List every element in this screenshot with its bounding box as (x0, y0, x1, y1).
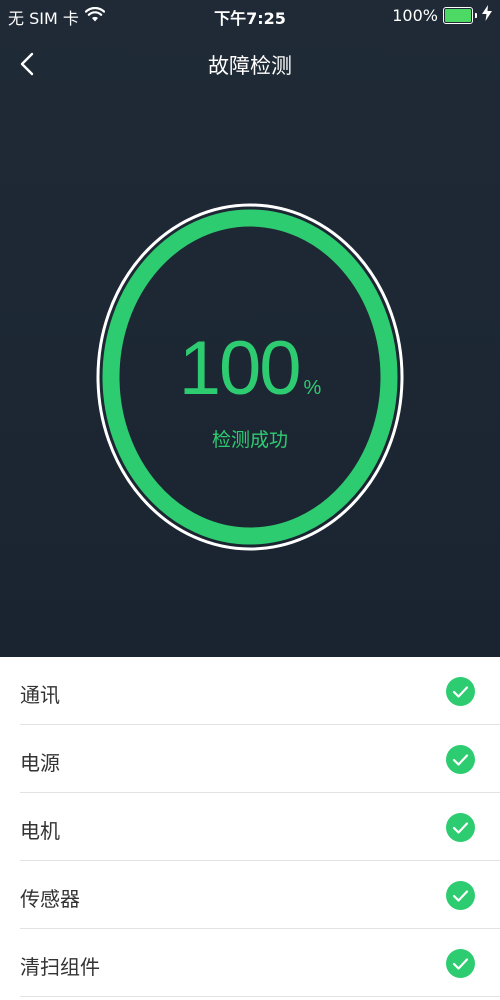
page-title: 故障检测 (208, 54, 292, 78)
check-circle-icon (446, 881, 475, 910)
battery-icon (443, 6, 473, 24)
list-item: 电源 (0, 725, 500, 793)
detection-header-area: 无 SIM 卡 下午7:25 100% 故障检测 100 % 检测成功 (0, 0, 500, 657)
check-item-label: 清扫组件 (20, 955, 100, 979)
status-right: 100% (392, 5, 492, 25)
charging-icon (482, 5, 492, 25)
check-item-label: 电源 (20, 751, 60, 775)
check-list: 通讯 电源 电机 传感器 清扫组件 (0, 657, 500, 997)
list-item: 电机 (0, 793, 500, 861)
divider (20, 996, 500, 997)
gauge-status-text: 检测成功 (211, 429, 288, 451)
nav-bar: 故障检测 (0, 40, 500, 88)
check-circle-icon (446, 813, 475, 842)
list-item: 清扫组件 (0, 929, 500, 997)
check-item-label: 通讯 (20, 683, 60, 707)
check-item-label: 电机 (20, 819, 60, 843)
gauge-percent-unit: % (303, 377, 322, 399)
list-item: 通讯 (0, 657, 500, 725)
gauge-value: 100% (96, 325, 404, 412)
battery-percent: 100% (392, 5, 438, 25)
check-circle-icon (446, 677, 475, 706)
gauge-percent-number: 100 (178, 326, 302, 411)
check-circle-icon (446, 745, 475, 774)
progress-gauge: 100% 检测成功 (96, 203, 404, 551)
status-bar: 无 SIM 卡 下午7:25 100% (0, 0, 500, 30)
check-item-label: 传感器 (20, 887, 80, 911)
list-item: 传感器 (0, 861, 500, 929)
check-circle-icon (446, 949, 475, 978)
battery-tip (475, 12, 477, 18)
